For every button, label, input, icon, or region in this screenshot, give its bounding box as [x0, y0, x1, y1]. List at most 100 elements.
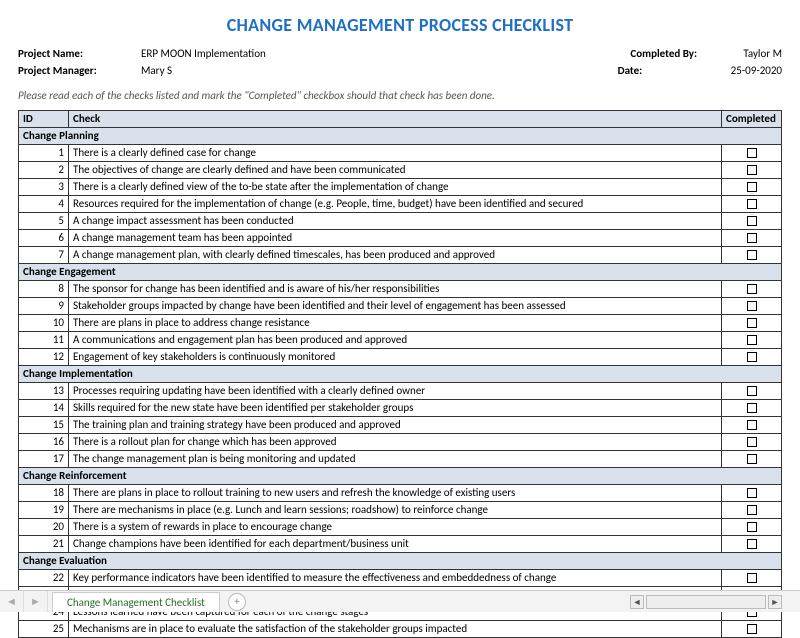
row-text: There are plans in place to rollout trai…: [69, 485, 722, 502]
checkbox-icon[interactable]: [747, 505, 757, 515]
row-id: 21: [19, 536, 69, 553]
row-id: 11: [19, 332, 69, 349]
row-completed-cell: [722, 162, 782, 179]
row-completed-cell: [722, 315, 782, 332]
table-row: 13Processes requiring updating have been…: [19, 383, 782, 400]
row-completed-cell: [722, 145, 782, 162]
row-text: Processes requiring updating have been i…: [69, 383, 722, 400]
row-text: A change management plan, with clearly d…: [69, 247, 722, 264]
row-id: 15: [19, 417, 69, 434]
scroll-left-icon[interactable]: ◄: [630, 595, 644, 609]
table-row: 2The objectives of change are clearly de…: [19, 162, 782, 179]
row-id: 17: [19, 451, 69, 468]
table-row: 20There is a system of rewards in place …: [19, 519, 782, 536]
section-name: Change Engagement: [19, 264, 782, 281]
checkbox-icon[interactable]: [747, 182, 757, 192]
checkbox-icon[interactable]: [747, 216, 757, 226]
row-id: 13: [19, 383, 69, 400]
table-row: 25Mechanisms are in place to evaluate th…: [19, 621, 782, 638]
project-name-value: ERP MOON Implementation: [141, 46, 266, 63]
table-row: 21Change champions have been identified …: [19, 536, 782, 553]
checkbox-icon[interactable]: [747, 624, 757, 634]
tab-nav-prev[interactable]: ◄: [0, 591, 24, 612]
instruction-text: Please read each of the checks listed an…: [18, 89, 782, 102]
checkbox-icon[interactable]: [747, 437, 757, 447]
row-text: Change champions have been identified fo…: [69, 536, 722, 553]
checkbox-icon[interactable]: [747, 301, 757, 311]
horizontal-scrollbar[interactable]: ◄ ►: [630, 595, 782, 609]
row-text: Skills required for the new state have b…: [69, 400, 722, 417]
row-text: Stakeholder groups impacted by change ha…: [69, 298, 722, 315]
row-text: There are plans in place to address chan…: [69, 315, 722, 332]
checkbox-icon[interactable]: [747, 250, 757, 260]
table-row: 9Stakeholder groups impacted by change h…: [19, 298, 782, 315]
checkbox-icon[interactable]: [747, 522, 757, 532]
row-id: 3: [19, 179, 69, 196]
row-id: 10: [19, 315, 69, 332]
header-id: ID: [19, 111, 69, 128]
row-completed-cell: [722, 332, 782, 349]
row-completed-cell: [722, 281, 782, 298]
row-text: The training plan and training strategy …: [69, 417, 722, 434]
row-completed-cell: [722, 451, 782, 468]
row-text: There is a system of rewards in place to…: [69, 519, 722, 536]
row-completed-cell: [722, 434, 782, 451]
section-name: Change Reinforcement: [19, 468, 782, 485]
checkbox-icon[interactable]: [747, 284, 757, 294]
row-id: 6: [19, 230, 69, 247]
row-text: There is a clearly defined case for chan…: [69, 145, 722, 162]
checkbox-icon[interactable]: [747, 386, 757, 396]
row-id: 19: [19, 502, 69, 519]
table-row: 7A change management plan, with clearly …: [19, 247, 782, 264]
table-row: 16There is a rollout plan for change whi…: [19, 434, 782, 451]
row-completed-cell: [722, 230, 782, 247]
checkbox-icon[interactable]: [747, 403, 757, 413]
checkbox-icon[interactable]: [747, 233, 757, 243]
sheet-tab-active[interactable]: Change Management Checklist: [52, 592, 220, 612]
completed-by-label: Completed By:: [630, 46, 715, 63]
row-completed-cell: [722, 536, 782, 553]
project-manager-label: Project Manager:: [18, 63, 113, 80]
row-completed-cell: [722, 383, 782, 400]
row-text: The objectives of change are clearly def…: [69, 162, 722, 179]
row-id: 20: [19, 519, 69, 536]
checklist-table: ID Check Completed Change Planning1There…: [18, 110, 782, 638]
row-text: A change management team has been appoin…: [69, 230, 722, 247]
checkbox-icon[interactable]: [747, 165, 757, 175]
row-text: Resources required for the implementatio…: [69, 196, 722, 213]
checkbox-icon[interactable]: [747, 148, 757, 158]
checkbox-icon[interactable]: [747, 454, 757, 464]
checkbox-icon[interactable]: [747, 352, 757, 362]
checkbox-icon[interactable]: [747, 335, 757, 345]
checkbox-icon[interactable]: [747, 318, 757, 328]
page-title: CHANGE MANAGEMENT PROCESS CHECKLIST: [18, 14, 782, 36]
table-row: 19There are mechanisms in place (e.g. Lu…: [19, 502, 782, 519]
checkbox-icon[interactable]: [747, 199, 757, 209]
section-name: Change Evaluation: [19, 553, 782, 570]
date-label: Date:: [618, 63, 703, 80]
row-completed-cell: [722, 485, 782, 502]
row-id: 18: [19, 485, 69, 502]
tab-nav-next[interactable]: ►: [24, 591, 48, 612]
row-completed-cell: [722, 621, 782, 638]
table-row: 17The change management plan is being mo…: [19, 451, 782, 468]
row-completed-cell: [722, 213, 782, 230]
row-text: A communications and engagement plan has…: [69, 332, 722, 349]
row-text: There are mechanisms in place (e.g. Lunc…: [69, 502, 722, 519]
document-page: CHANGE MANAGEMENT PROCESS CHECKLIST Proj…: [0, 0, 800, 638]
add-sheet-button[interactable]: +: [228, 593, 246, 611]
header-check: Check: [69, 111, 722, 128]
scroll-right-icon[interactable]: ►: [768, 595, 782, 609]
row-text: There is a clearly defined view of the t…: [69, 179, 722, 196]
row-id: 4: [19, 196, 69, 213]
checkbox-icon[interactable]: [747, 573, 757, 583]
scroll-track[interactable]: [646, 595, 766, 609]
completed-by-value: Taylor M: [743, 46, 782, 63]
row-completed-cell: [722, 519, 782, 536]
checkbox-icon[interactable]: [747, 488, 757, 498]
table-header-row: ID Check Completed: [19, 111, 782, 128]
row-text: Key performance indicators have been ide…: [69, 570, 722, 587]
checkbox-icon[interactable]: [747, 539, 757, 549]
row-id: 16: [19, 434, 69, 451]
checkbox-icon[interactable]: [747, 420, 757, 430]
